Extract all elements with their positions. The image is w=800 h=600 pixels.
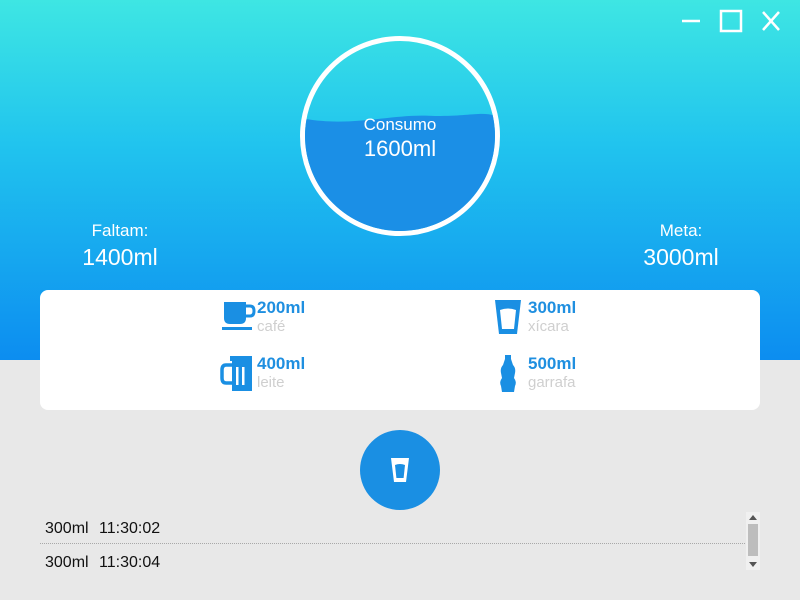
list-item[interactable]: 300ml 11:30:04 [45,553,740,573]
glass-icon [491,298,527,338]
coffee-cup-icon [220,298,256,338]
goal-stat: Meta: 3000ml [621,220,741,272]
drink-amount: 300ml [528,298,577,317]
history-amount: 300ml [45,554,89,571]
water-tracker-app: Consumo 1600ml Faltam: 1400ml Meta: 3000… [0,0,800,600]
history-time: 11:30:04 [99,554,161,571]
drink-option-garrafa[interactable]: 500ml garrafa [491,354,576,394]
consumption-label: Consumo [363,115,437,134]
add-drink-button[interactable] [360,430,440,510]
maximize-icon [716,8,746,34]
drink-name: café [257,318,286,335]
drink-options-card: 200ml café 300ml xícara 400ml leite 500m… [40,290,760,410]
minimize-button[interactable] [676,8,706,34]
history-scrollbar[interactable] [746,512,760,570]
consumption-gauge: Consumo 1600ml [300,36,500,236]
glass-icon [391,458,409,482]
history-time: 11:30:02 [99,520,161,537]
consumption-value: 1600ml [363,136,437,161]
scroll-up-icon[interactable] [749,515,757,520]
remaining-value: 1400ml [82,244,158,270]
goal-label: Meta: [659,221,703,240]
drink-amount: 200ml [257,298,306,317]
list-divider [40,543,745,544]
drink-option-xicara[interactable]: 300ml xícara [491,298,576,338]
history-amount: 300ml [45,520,89,537]
maximize-button[interactable] [716,8,746,34]
remaining-stat: Faltam: 1400ml [60,220,180,272]
remaining-label: Faltam: [91,221,149,240]
drink-amount: 400ml [257,354,306,373]
drink-name: xícara [528,318,569,335]
close-button[interactable] [756,8,786,34]
drink-name: garrafa [528,374,576,391]
scroll-down-icon[interactable] [749,562,757,567]
minimize-icon [676,8,706,34]
drink-name: leite [257,374,285,391]
goal-value: 3000ml [643,244,719,270]
drink-option-leite[interactable]: 400ml leite [220,354,305,394]
mug-icon [220,354,256,394]
window-controls [676,8,786,34]
close-icon [756,8,786,34]
history-list: 300ml 11:30:02 300ml 11:30:04 [40,512,760,600]
list-item[interactable]: 300ml 11:30:02 [45,519,740,539]
bottle-icon [491,354,527,394]
drink-option-cafe[interactable]: 200ml café [220,298,305,338]
scroll-thumb[interactable] [748,524,758,556]
drink-amount: 500ml [528,354,577,373]
